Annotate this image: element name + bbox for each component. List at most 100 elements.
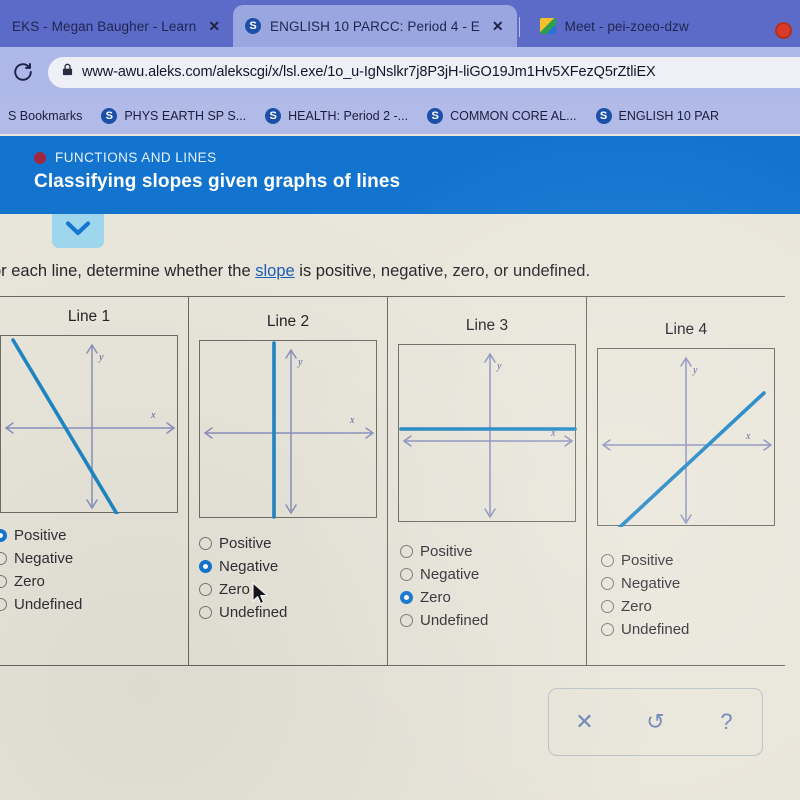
svg-text:y: y [692, 365, 698, 376]
option-negative[interactable]: Negative [601, 575, 785, 592]
record-indicator-icon[interactable] [775, 22, 792, 39]
option-zero[interactable]: Zero [601, 598, 785, 615]
bookmark-label: PHYS EARTH SP S... [124, 108, 247, 123]
option-undefined[interactable]: Undefined [0, 596, 188, 613]
lines-table: Line 1 y x Positive Negative Zero Undefi… [0, 296, 785, 666]
column-header: Line 2 [266, 313, 310, 330]
option-label: Undefined [420, 612, 489, 629]
bookmark-label: S Bookmarks [8, 108, 83, 123]
column-header: Line 4 [664, 321, 708, 338]
radio-button[interactable] [0, 598, 7, 611]
graph-wrapper: y x [587, 348, 785, 527]
radio-button[interactable] [400, 568, 413, 581]
radio-button[interactable] [601, 554, 614, 567]
expand-panel-toggle[interactable] [52, 214, 104, 248]
radio-button[interactable] [199, 537, 212, 550]
bookmark-item-english10[interactable]: S ENGLISH 10 PAR [595, 107, 719, 124]
page-title: Classifying slopes given graphs of lines [34, 171, 401, 192]
option-label: Zero [14, 573, 45, 590]
svg-text:x: x [150, 410, 156, 421]
question-prompt: or each line, determine whether the slop… [0, 262, 782, 281]
tab-divider [518, 17, 520, 37]
tab-title: Meet - pei-zoeo-dzw [564, 18, 689, 34]
radio-button[interactable] [601, 600, 614, 613]
radio-button[interactable] [0, 529, 7, 542]
option-positive[interactable]: Positive [199, 535, 387, 552]
tab-strip: EKS - Megan Baugher - Learn ✕ S ENGLISH … [0, 0, 800, 47]
option-label: Zero [219, 581, 250, 598]
radio-button[interactable] [0, 575, 7, 588]
option-label: Negative [621, 575, 681, 592]
radio-button[interactable] [199, 560, 212, 573]
option-label: Negative [420, 566, 480, 583]
close-icon[interactable]: ✕ [205, 18, 223, 35]
radio-button[interactable] [199, 583, 212, 596]
tab-title: EKS - Megan Baugher - Learn [12, 18, 197, 34]
graph-line-3: y x [398, 344, 577, 522]
option-label: Undefined [219, 604, 288, 621]
option-undefined[interactable]: Undefined [199, 604, 387, 621]
reload-icon[interactable] [10, 59, 36, 85]
option-undefined[interactable]: Undefined [400, 612, 586, 629]
graph-wrapper: y x [388, 344, 586, 522]
browser-tab-english10[interactable]: S ENGLISH 10 PARCC: Period 4 - E ✕ [233, 5, 517, 47]
clear-icon[interactable]: ✕ [565, 711, 605, 733]
browser-tab-meet[interactable]: Meet - pei-zoeo-dzw [528, 5, 699, 47]
bookmark-label: HEALTH: Period 2 -... [288, 108, 409, 123]
radio-button[interactable] [601, 623, 614, 636]
svg-text:y: y [496, 361, 502, 372]
radio-button[interactable] [400, 591, 413, 604]
svg-text:y: y [98, 352, 104, 363]
radio-button[interactable] [601, 577, 614, 590]
radio-button[interactable] [199, 606, 212, 619]
close-icon[interactable]: ✕ [489, 18, 507, 35]
option-zero[interactable]: Zero [400, 589, 586, 606]
column-header: Line 3 [465, 317, 509, 334]
prompt-text-post: is positive, negative, zero, or undefine… [294, 262, 591, 280]
option-negative[interactable]: Negative [400, 566, 586, 583]
option-label: Positive [621, 552, 674, 569]
option-negative[interactable]: Negative [199, 558, 387, 575]
browser-chrome: EKS - Megan Baugher - Learn ✕ S ENGLISH … [0, 0, 800, 134]
column-header: Line 1 [67, 308, 111, 325]
url-bar[interactable]: www-awu.aleks.com/alekscgi/x/lsl.exe/1o_… [48, 56, 800, 88]
svg-text:y: y [297, 357, 303, 368]
radio-button[interactable] [400, 614, 413, 627]
lock-icon [62, 63, 73, 81]
lesson-header: FUNCTIONS AND LINES Classifying slopes g… [0, 136, 800, 214]
option-label: Zero [621, 598, 652, 615]
bookmark-item-phys-earth[interactable]: S PHYS EARTH SP S... [101, 107, 247, 124]
line-column-1: Line 1 y x Positive Negative Zero Undefi… [0, 297, 189, 665]
url-text: www-awu.aleks.com/alekscgi/x/lsl.exe/1o_… [82, 64, 656, 80]
bookmark-item-health[interactable]: S HEALTH: Period 2 -... [265, 107, 409, 124]
option-zero[interactable]: Zero [199, 581, 387, 598]
aleks-favicon-icon: S [265, 107, 282, 124]
svg-text:x: x [349, 415, 355, 426]
aleks-favicon-icon: S [245, 18, 262, 34]
omnibox-bar: www-awu.aleks.com/alekscgi/x/lsl.exe/1o_… [0, 47, 800, 97]
google-meet-favicon-icon [539, 18, 556, 34]
option-positive[interactable]: Positive [0, 527, 188, 544]
graph-wrapper: y x [0, 335, 188, 514]
option-positive[interactable]: Positive [601, 552, 785, 569]
option-negative[interactable]: Negative [0, 550, 188, 567]
help-icon[interactable]: ? [707, 711, 747, 733]
option-positive[interactable]: Positive [400, 543, 586, 560]
bookmarks-bar: S Bookmarks S PHYS EARTH SP S... S HEALT… [0, 97, 800, 134]
undo-icon[interactable]: ↺ [636, 711, 676, 733]
line-column-2: Line 2 y x Positive Negative Zero Undefi… [189, 297, 388, 665]
option-undefined[interactable]: Undefined [601, 621, 785, 638]
options-group-1: Positive Negative Zero Undefined [0, 513, 188, 613]
option-label: Undefined [621, 621, 690, 638]
slope-link[interactable]: slope [255, 262, 294, 280]
radio-button[interactable] [0, 552, 7, 565]
prompt-text-pre: or each line, determine whether the [0, 262, 256, 280]
svg-text:x: x [745, 431, 751, 442]
bookmark-item[interactable]: S Bookmarks [8, 109, 82, 123]
bookmark-item-common-core[interactable]: S COMMON CORE AL... [427, 107, 577, 124]
radio-button[interactable] [400, 545, 413, 558]
option-label: Positive [420, 543, 473, 560]
option-label: Positive [14, 527, 67, 544]
option-zero[interactable]: Zero [0, 573, 188, 590]
browser-tab-aleks[interactable]: EKS - Megan Baugher - Learn ✕ [0, 5, 233, 47]
